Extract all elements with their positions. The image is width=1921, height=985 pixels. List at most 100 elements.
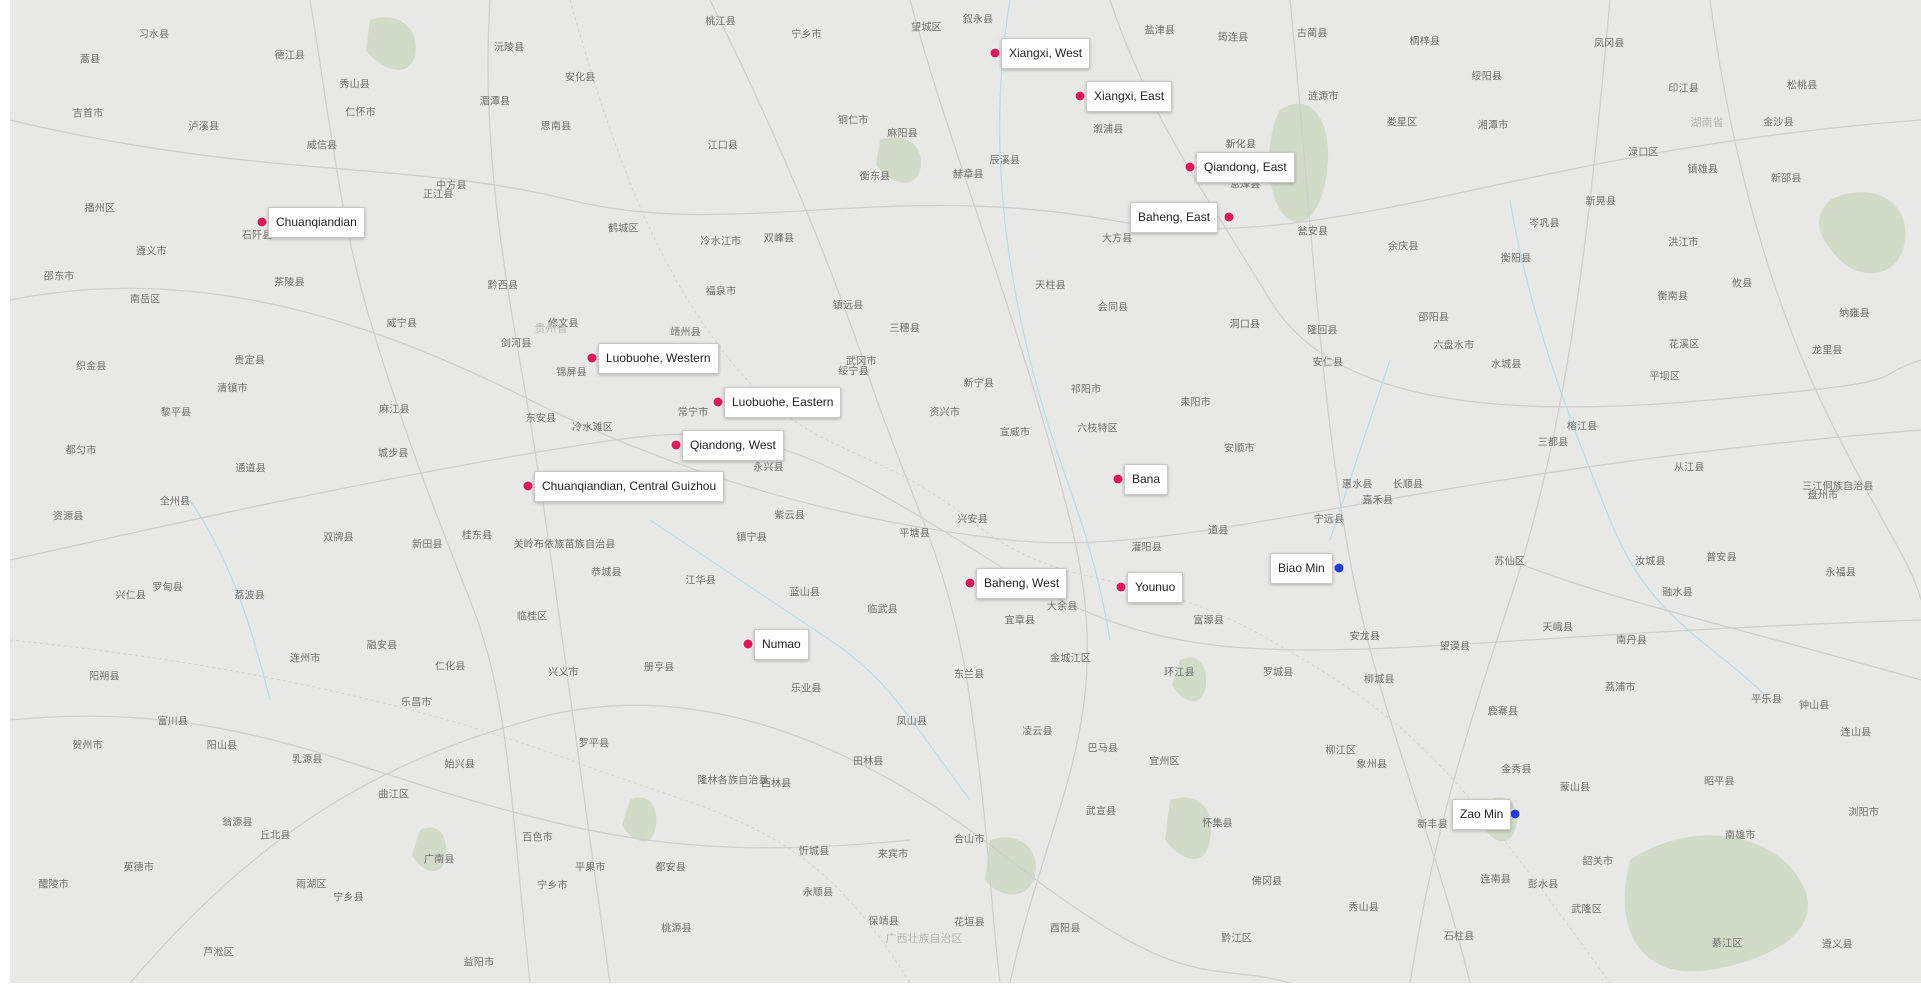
map-marker-label[interactable]: Qiandong, West <box>682 430 784 461</box>
town-label: 泸溪县 <box>188 121 220 133</box>
town-label: 阳山县 <box>206 740 238 752</box>
town-label: 秀山县 <box>339 79 370 91</box>
town-label: 安顺市 <box>1224 443 1255 455</box>
town-label: 桂东县 <box>461 530 493 542</box>
town-label: 宁乡市 <box>791 29 822 41</box>
town-label: 德江县 <box>274 50 306 62</box>
road-line <box>1109 0 1921 408</box>
map-view[interactable]: 蒿县 习水县 德江县 秀山县 沅陵县 安化县 桃江县 宁乡市 望城区 叙永县 盐津县 筠连县 古蔺县 桐梓… <box>10 0 1921 983</box>
town-label: 象州县 <box>1356 759 1388 771</box>
town-label: 资源县 <box>52 511 84 523</box>
map-marker-dot[interactable] <box>1075 91 1085 101</box>
map-marker-dot[interactable] <box>257 217 267 227</box>
town-label: 余庆县 <box>1388 241 1419 253</box>
town-label: 江口县 <box>707 140 739 152</box>
town-label: 鹿寨县 <box>1487 706 1519 718</box>
town-label: 环江县 <box>1164 667 1195 679</box>
town-label: 罗平县 <box>578 738 610 750</box>
map-marker-dot[interactable] <box>1116 582 1126 592</box>
town-label: 沅陵县 <box>493 42 525 54</box>
town-label: 思南县 <box>540 121 572 133</box>
map-marker-dot[interactable] <box>587 353 597 363</box>
town-label: 册亨县 <box>643 662 675 674</box>
town-label: 宜州区 <box>1149 756 1180 768</box>
town-label: 剑河县 <box>500 338 532 350</box>
map-marker-dot[interactable] <box>671 440 681 450</box>
town-label: 岑巩县 <box>1529 218 1560 230</box>
map-marker-label[interactable]: Numao <box>754 629 809 660</box>
map-marker-label[interactable]: Zao Min <box>1452 799 1512 830</box>
map-marker-dot[interactable] <box>965 578 975 588</box>
town-label: 临武县 <box>867 604 898 616</box>
town-label: 铜仁市 <box>837 115 869 127</box>
town-label: 威宁县 <box>386 318 418 330</box>
map-marker-dot[interactable] <box>713 397 723 407</box>
town-label: 苏仙区 <box>1494 556 1526 568</box>
map-marker-dot[interactable] <box>523 481 533 491</box>
town-label: 益阳市 <box>463 957 495 969</box>
town-label: 宁乡市 <box>537 880 568 892</box>
map-marker-label[interactable]: Baheng, West <box>976 568 1068 599</box>
town-label: 宜章县 <box>1004 615 1036 627</box>
map-marker-dot[interactable] <box>1185 162 1195 172</box>
map-marker-dot[interactable] <box>743 639 753 649</box>
town-label: 辰溪县 <box>989 155 1021 167</box>
town-label: 大余县 <box>1046 601 1078 613</box>
town-label: 新邵县 <box>1770 173 1802 185</box>
town-label: 溆浦县 <box>1092 124 1124 136</box>
town-label: 花垣县 <box>954 917 985 929</box>
town-label: 长顺县 <box>1392 479 1424 491</box>
town-label: 雨湖区 <box>296 879 327 891</box>
town-label: 望城区 <box>911 22 942 34</box>
town-label: 富源县 <box>1193 615 1224 627</box>
town-label: 新晃县 <box>1585 196 1617 208</box>
map-marker-label[interactable]: Chuanqiandian <box>268 207 365 238</box>
town-label: 桃江县 <box>705 16 736 28</box>
town-label: 乳源县 <box>292 754 323 766</box>
town-label: 纳雍县 <box>1839 308 1870 320</box>
map-marker-label[interactable]: Luobuohe, Eastern <box>724 387 842 418</box>
map-marker-label[interactable]: Qiandong, East <box>1196 152 1295 183</box>
map-marker-label[interactable]: Luobuohe, Western <box>598 343 719 374</box>
town-label: 宁乡县 <box>333 892 364 904</box>
map-marker-label[interactable]: Chuanqiandian, Central Guizhou <box>534 471 725 502</box>
town-label: 兴安县 <box>957 514 988 526</box>
town-label: 平坝区 <box>1649 371 1681 383</box>
river-line <box>649 519 971 801</box>
town-label: 恭城县 <box>591 567 622 579</box>
map-marker-dot[interactable] <box>990 48 1000 58</box>
town-label: 古蔺县 <box>1296 28 1328 40</box>
map-marker-label[interactable]: Biao Min <box>1270 553 1333 584</box>
map-marker-dot[interactable] <box>1113 474 1123 484</box>
town-label: 洪江市 <box>1668 237 1699 249</box>
map-marker-label[interactable]: Younuo <box>1127 572 1184 603</box>
town-label: 双峰县 <box>763 233 795 245</box>
map-marker-dot[interactable] <box>1510 809 1520 819</box>
town-label: 会同县 <box>1097 302 1129 314</box>
town-label: 武冈市 <box>846 356 877 368</box>
town-label: 洞口县 <box>1229 319 1261 331</box>
town-label: 镇宁县 <box>736 532 767 544</box>
map-marker-dot[interactable] <box>1334 563 1344 573</box>
town-label: 关岭布依族苗族自治县 <box>513 539 616 551</box>
map-marker-dot[interactable] <box>1224 212 1234 222</box>
town-label: 渌口区 <box>1628 147 1659 159</box>
town-label: 衡东县 <box>859 171 891 183</box>
map-marker-label[interactable]: Xiangxi, West <box>1001 38 1091 69</box>
town-label: 邵阳县 <box>1418 312 1450 324</box>
map-marker-label[interactable]: Bana <box>1124 464 1169 495</box>
town-label: 新田县 <box>412 539 443 551</box>
town-label: 广南县 <box>423 854 455 866</box>
town-label: 盘州市 <box>1807 490 1839 502</box>
town-label: 黔西县 <box>487 280 519 292</box>
town-label: 清镇市 <box>217 383 248 395</box>
town-label: 芦淞区 <box>203 947 234 959</box>
town-label: 龙里县 <box>1812 345 1843 357</box>
town-label: 凌云县 <box>1022 726 1053 737</box>
town-label: 三都县 <box>1537 437 1569 449</box>
town-label: 东兰县 <box>953 669 985 681</box>
town-label: 忻城县 <box>798 846 830 858</box>
map-marker-label[interactable]: Baheng, East <box>1130 202 1219 233</box>
map-marker-label[interactable]: Xiangxi, East <box>1086 81 1173 112</box>
town-label: 隆林各族自治县 <box>697 775 769 787</box>
